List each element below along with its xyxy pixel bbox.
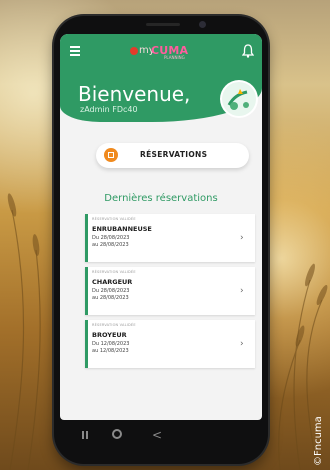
app-screen: my CUMA PLANNING Bienvenue, zAdmin FDc40… xyxy=(60,34,262,420)
mycuma-logo: my CUMA PLANNING xyxy=(126,43,198,61)
card-end-date: au 28/08/2023 xyxy=(92,295,129,301)
logo-dot xyxy=(130,47,138,55)
copyright-credit: ©Fncuma xyxy=(313,416,324,466)
welcome-heading: Bienvenue, xyxy=(78,82,191,106)
card-equipment: BROYEUR xyxy=(92,331,127,339)
recent-apps-icon[interactable] xyxy=(82,431,88,439)
back-icon[interactable]: < xyxy=(152,428,162,442)
bell-icon[interactable] xyxy=(242,44,254,58)
chevron-right-icon: › xyxy=(240,339,244,349)
card-status: RÉSERVATION VALIDÉE xyxy=(92,270,136,274)
card-end-date: au 28/08/2023 xyxy=(92,242,129,248)
home-icon[interactable] xyxy=(112,429,122,439)
phone-camera xyxy=(199,21,206,28)
reservations-button[interactable]: RÉSERVATIONS xyxy=(96,143,249,168)
card-equipment: CHARGEUR xyxy=(92,278,133,286)
user-name: zAdmin FDc40 xyxy=(80,105,138,114)
section-title: Dernières réservations xyxy=(104,193,218,204)
calendar-icon xyxy=(104,148,118,162)
chevron-right-icon: › xyxy=(240,286,244,296)
tractor-illustration-icon xyxy=(222,82,256,116)
chevron-right-icon: › xyxy=(240,233,244,243)
card-equipment: ENRUBANNEUSE xyxy=(92,225,152,233)
reservations-button-label: RÉSERVATIONS xyxy=(140,150,208,159)
reservation-card[interactable]: RÉSERVATION VALIDÉE CHARGEUR Du 28/08/20… xyxy=(85,267,255,315)
logo-sub: PLANNING xyxy=(164,55,185,60)
reservation-card[interactable]: RÉSERVATION VALIDÉE ENRUBANNEUSE Du 28/0… xyxy=(85,214,255,262)
card-status: RÉSERVATION VALIDÉE xyxy=(92,323,136,327)
reservation-card[interactable]: RÉSERVATION VALIDÉE BROYEUR Du 12/08/202… xyxy=(85,320,255,368)
card-start-date: Du 12/08/2023 xyxy=(92,341,130,347)
hamburger-icon[interactable] xyxy=(70,46,80,56)
card-start-date: Du 28/08/2023 xyxy=(92,235,130,241)
card-end-date: au 12/08/2023 xyxy=(92,348,129,354)
phone-speaker xyxy=(146,23,180,26)
card-status: RÉSERVATION VALIDÉE xyxy=(92,217,136,221)
android-nav-bar: < xyxy=(60,420,262,450)
card-start-date: Du 28/08/2023 xyxy=(92,288,130,294)
avatar[interactable] xyxy=(220,80,258,118)
